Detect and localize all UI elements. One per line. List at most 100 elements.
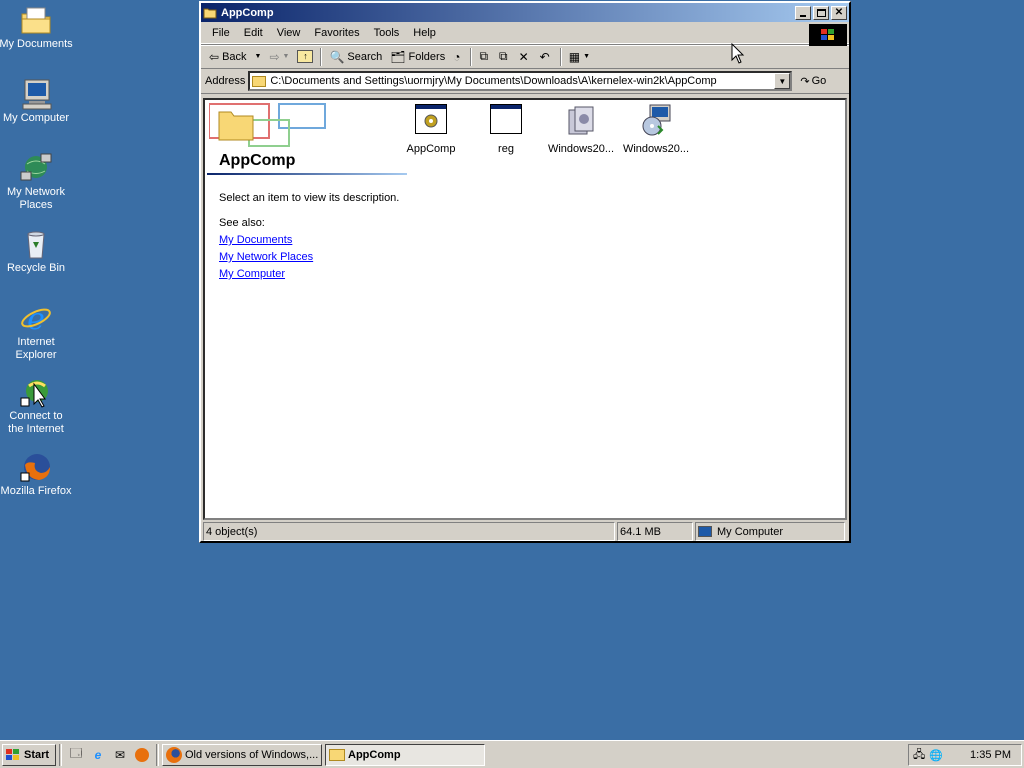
mouse-cursor-icon <box>731 43 745 64</box>
delete-button[interactable]: ✕ <box>515 48 536 66</box>
close-button[interactable]: ✕ <box>831 5 847 20</box>
history-button[interactable]: ◔ <box>449 48 467 66</box>
standard-toolbar: ⇦ Back ▼ ⇨ ▼ ↑ 🔍 Search 🗂 Folders ◔ ⧉ ⧉ ✕ ↶ … <box>201 44 849 69</box>
desktop-icon-my-documents[interactable]: My Documents <box>0 4 74 51</box>
address-bar: Address C:\Documents and Settings\uormjr… <box>201 69 849 94</box>
link-my-network-places[interactable]: My Network Places <box>219 251 313 263</box>
file-item-reg[interactable]: reg <box>468 104 544 155</box>
webview-description: Select an item to view its description. <box>219 192 400 204</box>
quicklaunch-show-desktop[interactable]: 🗔 <box>67 746 85 764</box>
system-tray: 🖧 🌐 1:35 PM <box>908 744 1022 766</box>
desktop-icon-label: Recycle Bin <box>6 262 66 274</box>
search-icon: 🔍 <box>329 49 345 64</box>
task-button-appcomp[interactable]: AppComp <box>325 743 485 766</box>
desktop-icon-internet-explorer[interactable]: e Internet Explorer <box>0 302 74 362</box>
status-object-count: 4 object(s) <box>203 522 615 541</box>
link-my-computer[interactable]: My Computer <box>219 268 285 280</box>
desktop-icon-connect-to-the-internet[interactable]: Connect to the Internet <box>0 376 74 436</box>
folder-content-pane[interactable]: AppComp Select an item to view its descr… <box>203 98 847 520</box>
back-button[interactable]: ⇦ Back <box>205 48 251 66</box>
file-name: Windows20... <box>547 143 615 155</box>
webview-title: AppComp <box>219 152 296 169</box>
menu-favorites[interactable]: Favorites <box>307 25 366 41</box>
dropdown-arrow-icon: ▼ <box>778 76 787 86</box>
views-button[interactable]: ▦ ▼ <box>565 48 594 66</box>
copy-to-icon: ⧉ <box>499 49 508 63</box>
file-name: AppComp <box>406 143 456 155</box>
internet-explorer-icon: e <box>19 302 53 337</box>
desktop-icon-label: Mozilla Firefox <box>0 485 72 497</box>
history-icon: ◔ <box>453 49 461 64</box>
webview-divider <box>207 173 407 175</box>
forward-button[interactable]: ⇨ ▼ <box>265 48 293 66</box>
network-tray-icon[interactable]: 🖧 <box>913 746 925 765</box>
link-my-documents[interactable]: My Documents <box>219 234 292 246</box>
views-grid-icon: ▦ <box>568 49 581 64</box>
copy-to-button[interactable]: ⧉ <box>495 47 515 66</box>
folders-button[interactable]: 🗂 Folders <box>386 48 449 66</box>
computer-icon <box>19 78 53 110</box>
folder-icon <box>329 748 345 761</box>
quicklaunch-internet-explorer[interactable]: e <box>89 746 107 764</box>
menu-file[interactable]: File <box>205 25 237 41</box>
up-folder-icon: ↑ <box>297 50 314 63</box>
title-bar[interactable]: AppComp ✕ <box>201 3 849 22</box>
task-button-firefox[interactable]: Old versions of Windows,... <box>162 743 322 766</box>
taskbar-separator <box>59 743 62 766</box>
go-button[interactable]: ↷ Go <box>800 75 826 88</box>
menu-tools[interactable]: Tools <box>367 25 407 41</box>
file-name: Windows20... <box>622 143 690 155</box>
desktop-icon-my-computer[interactable]: My Computer <box>0 78 74 125</box>
quicklaunch-outlook-express[interactable]: ✉ <box>111 746 129 764</box>
delete-x-icon: ✕ <box>518 49 529 64</box>
back-dropdown[interactable]: ▼ <box>251 51 266 62</box>
desktop-icon-label: My Network Places <box>6 186 66 211</box>
undo-button[interactable]: ↶ <box>536 48 557 66</box>
connect-internet-icon <box>19 376 53 408</box>
globe-tray-icon[interactable]: 🌐 <box>929 749 943 762</box>
address-field[interactable]: C:\Documents and Settings\uormjry\My Doc… <box>248 71 793 91</box>
back-arrow-icon: ⇦ <box>209 49 220 64</box>
installer-icon <box>565 104 597 136</box>
dropdown-arrow-icon: ▼ <box>282 53 290 60</box>
clock[interactable]: 1:35 PM <box>970 749 1011 761</box>
internet-explorer-icon: e <box>94 747 102 762</box>
maximize-icon <box>816 8 826 17</box>
dropdown-arrow-icon: ▼ <box>254 53 262 60</box>
move-to-icon: ⧉ <box>479 49 489 63</box>
folders-icon: 🗂 <box>390 49 406 64</box>
undo-icon: ↶ <box>539 49 550 64</box>
minimize-icon <box>800 14 806 17</box>
setup-disc-icon <box>640 104 672 136</box>
file-item-appcomp[interactable]: AppComp <box>393 104 469 155</box>
toolbar-separator <box>320 47 323 66</box>
address-dropdown-button[interactable]: ▼ <box>774 73 791 89</box>
menu-help[interactable]: Help <box>406 25 443 41</box>
search-button[interactable]: 🔍 Search <box>325 48 386 66</box>
folder-icon <box>203 8 217 18</box>
network-globe-icon <box>19 152 53 184</box>
address-path: C:\Documents and Settings\uormjry\My Doc… <box>270 75 717 87</box>
desktop-icon-label: Connect to the Internet <box>8 410 64 435</box>
go-arrow-icon: ↷ <box>800 75 810 88</box>
see-also-heading: See also: <box>219 217 265 229</box>
toolbar-separator <box>470 47 473 66</box>
desktop-icon-my-network-places[interactable]: My Network Places <box>0 152 74 212</box>
folder-banner-graphic <box>209 103 326 147</box>
maximize-button[interactable] <box>813 5 829 20</box>
explorer-window: AppComp ✕ File Edit View Favorites Tools… <box>199 1 851 543</box>
file-item-windows20-setup[interactable]: Windows20... <box>618 104 694 155</box>
quicklaunch-firefox[interactable] <box>133 746 151 764</box>
up-folder-button[interactable]: ↑ <box>293 48 317 65</box>
menu-edit[interactable]: Edit <box>237 25 270 41</box>
file-name: reg <box>498 143 514 155</box>
desktop-icon-label: My Computer <box>2 112 70 124</box>
minimize-button[interactable] <box>795 5 811 20</box>
start-button[interactable]: Start <box>2 743 56 766</box>
desktop-icon-mozilla-firefox[interactable]: Mozilla Firefox <box>0 451 74 498</box>
file-item-windows20-installer[interactable]: Windows20... <box>543 104 619 155</box>
desktop-icon-recycle-bin[interactable]: Recycle Bin <box>0 228 74 275</box>
move-to-button[interactable]: ⧉ <box>475 47 495 66</box>
menu-view[interactable]: View <box>270 25 308 41</box>
desktop-icon-label: Internet Explorer <box>15 336 57 361</box>
